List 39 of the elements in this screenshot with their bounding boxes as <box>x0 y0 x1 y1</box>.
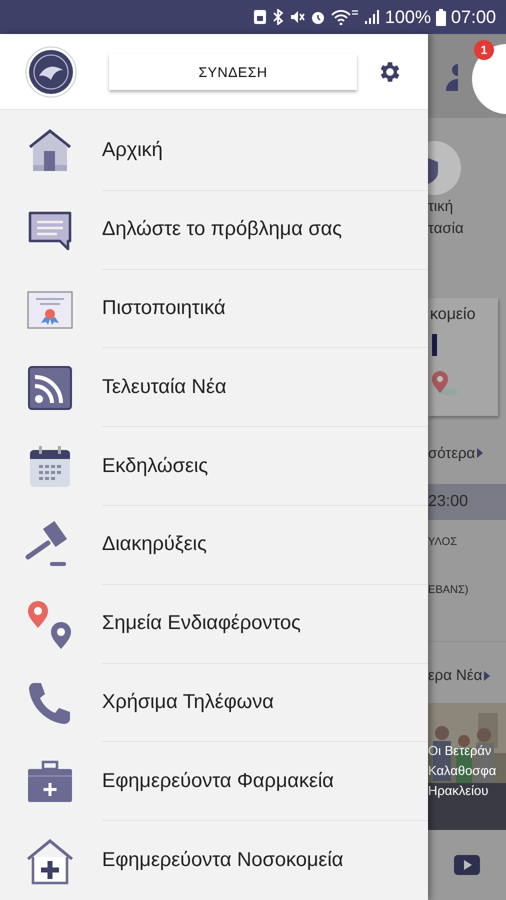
caret-icon <box>484 670 490 680</box>
menu-item[interactable]: Δηλώστε το πρόβλημα σας <box>0 190 428 270</box>
event-title: ΕΒΑΝΣ) <box>428 584 470 596</box>
event-title: ΥΛΟΣ <box>428 536 458 548</box>
video-play-icon <box>454 855 480 875</box>
more-link[interactable]: σότερα <box>428 444 476 462</box>
mute-icon <box>288 9 305 25</box>
logo-emblem-icon <box>25 46 77 98</box>
menu-item[interactable]: Πιστοποιητικά <box>0 270 428 348</box>
news-caption: Ηρακλείου <box>428 782 490 800</box>
wifi-icon <box>330 9 359 25</box>
menu-item[interactable]: Σημεία Ενδιαφέροντος <box>0 584 428 664</box>
menu-item[interactable]: Εφημερεύοντα Φαρμακεία <box>0 742 428 822</box>
notification-badge: 1 <box>474 40 494 60</box>
alarm-icon <box>310 9 326 25</box>
person-icon <box>446 61 458 91</box>
service-label: τική <box>428 197 454 217</box>
news-caption: Οι Βετεράν <box>428 742 492 760</box>
signal-icon <box>364 9 380 25</box>
clock-time: 07:00 <box>450 6 496 28</box>
news-link[interactable]: ερα Νέα <box>428 667 482 684</box>
menu-item[interactable]: Χρήσιμα Τηλέφωνα <box>0 664 428 742</box>
battery-icon <box>436 8 446 26</box>
news-caption: Καλαθοσφα <box>428 762 496 780</box>
menu-item[interactable]: Εκδηλώσεις <box>0 427 428 506</box>
caret-icon <box>477 448 484 458</box>
menu-item[interactable]: Αρχική <box>0 112 428 191</box>
battery-percent: 100% <box>384 6 431 28</box>
service-label: τασία <box>428 219 465 239</box>
card-value-bar <box>432 334 437 356</box>
menu-item[interactable]: Τελευταία Νέα <box>0 348 428 428</box>
event-time: 23:00 <box>428 484 506 520</box>
menu-item[interactable]: Εφημερεύοντα Νοσοκομεία <box>0 821 428 900</box>
bluetooth-icon <box>272 9 284 25</box>
card-title: κομείο <box>430 306 477 324</box>
menu-item[interactable]: Διακηρύξεις <box>0 506 428 585</box>
sim-card-icon <box>252 9 267 25</box>
login-button[interactable]: ΣΥΝΔΕΣΗ <box>109 54 357 90</box>
shield-button-icon <box>428 140 462 196</box>
